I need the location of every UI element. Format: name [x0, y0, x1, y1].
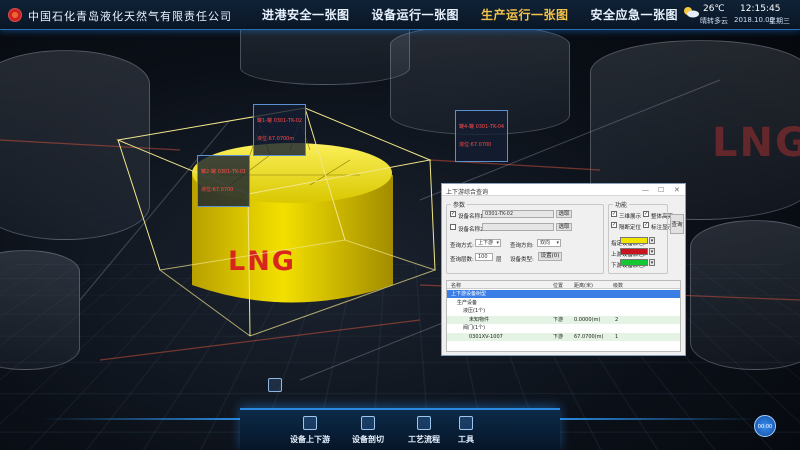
updown-stream-icon: [303, 416, 317, 430]
device-type-label: 设备类型:: [510, 257, 534, 263]
maximize-icon[interactable]: ☐: [658, 186, 664, 194]
device-type-button[interactable]: 设置(0): [538, 252, 562, 261]
depth-unit: 层: [496, 257, 502, 263]
nav-safety-emergency[interactable]: 安全应急一张图: [591, 6, 679, 23]
main-nav: 进港安全一张图 设备运行一张图 生产运行一张图 安全应急一张图: [262, 6, 678, 23]
round-action-button[interactable]: 00:00: [754, 415, 776, 437]
tool-tools[interactable]: 工具: [436, 414, 496, 450]
tree-row[interactable]: 液压(1个): [447, 307, 680, 315]
partly-cloudy-icon: [684, 7, 699, 18]
section-cut-icon: [361, 416, 375, 430]
tank-tag-02[interactable]: 罐1-罐 0301-TK-02 液位:67.0700m: [253, 104, 307, 156]
tool-updown-stream[interactable]: 设备上下游: [280, 414, 340, 450]
layers-icon[interactable]: [268, 378, 282, 392]
tool-label: 设备剖切: [352, 435, 384, 444]
nav-equipment-operation[interactable]: 设备运行一张图: [372, 6, 460, 23]
minimize-icon[interactable]: —: [642, 186, 649, 194]
tool-section-cut[interactable]: 设备剖切: [338, 414, 398, 450]
updown-query-dialog: 上下游综合查询 — ☐ ✕ 参数 ✓ 设备名称1: 0301-TK-02 选取 …: [441, 183, 686, 356]
tree-row-name: 液压(1个): [463, 308, 486, 314]
color-down-dropdown[interactable]: ▾: [649, 259, 655, 266]
query-mode-label: 查询方式:: [450, 243, 474, 249]
grid-header: 名称 位置 距离(米) 级数: [447, 281, 680, 289]
col-position: 位置: [553, 283, 564, 289]
tree-row-distance: 67.0700(m): [574, 333, 604, 340]
query-direction-select[interactable]: 双向: [537, 239, 561, 247]
tree-row-distance: 0.0000(m): [574, 316, 601, 323]
bottom-toolbar: 设备上下游 设备剖切 工艺流程 工具: [0, 398, 800, 450]
tree-row-position: 下游: [553, 333, 564, 340]
color-up-swatch[interactable]: [620, 248, 648, 255]
process-flow-icon: [417, 416, 431, 430]
device2-checkbox[interactable]: [450, 224, 456, 230]
nav-port-safety[interactable]: 进港安全一张图: [262, 6, 350, 23]
tree-row-name: 上下游设备树型: [451, 291, 487, 297]
fn-3d-checkbox[interactable]: ✓: [611, 211, 617, 217]
depth-label: 查询层数:: [450, 257, 474, 263]
tree-row[interactable]: 上下游设备树型: [447, 290, 680, 298]
color-up-dropdown[interactable]: ▾: [649, 248, 655, 255]
tree-row[interactable]: 0301XV-1007 下游 67.0700(m) 1: [447, 332, 680, 341]
tools-icon: [459, 416, 473, 430]
tree-row-name: 未知物件: [469, 316, 490, 323]
device1-select-button[interactable]: 选取: [556, 210, 572, 218]
function-legend: 功能: [613, 200, 630, 209]
tree-row-name: 阀门(1个): [463, 325, 486, 331]
tool-panel: 设备上下游 设备剖切 工艺流程 工具: [240, 408, 560, 450]
top-bar: 中国石化青岛液化天然气有限责任公司 进港安全一张图 设备运行一张图 生产运行一张…: [0, 0, 800, 30]
tree-row[interactable]: 未知物件 下游 0.0000(m) 2: [447, 315, 680, 324]
col-name: 名称: [451, 283, 462, 289]
current-weekday: 星期三: [769, 17, 790, 25]
device1-checkbox[interactable]: ✓: [450, 211, 456, 217]
temperature: 26℃: [703, 4, 725, 14]
query-direction-label: 查询方向:: [510, 243, 534, 249]
fn-isolate-checkbox[interactable]: ✓: [611, 222, 617, 228]
query-mode-select[interactable]: 上下游: [475, 239, 501, 247]
tank-tag-04[interactable]: 罐4-罐 0301-TK-04 液位:67.0700: [455, 110, 509, 162]
tool-label: 设备上下游: [290, 435, 330, 444]
tank-tag-01[interactable]: 罐2-罐 0301-TK-01 液位:67.0700: [197, 155, 251, 207]
result-tree-grid[interactable]: 名称 位置 距离(米) 级数 上下游设备树型 生产设备 液压(1个) 未知物件 下游 0.…: [446, 280, 681, 352]
tree-row[interactable]: 生产设备: [447, 299, 680, 307]
device2-input[interactable]: [482, 223, 554, 231]
tree-row-name: 0301XV-1007: [469, 333, 503, 340]
color-down-swatch[interactable]: [620, 259, 648, 266]
color-start-dropdown[interactable]: ▾: [649, 237, 655, 244]
tool-label: 工具: [458, 435, 474, 444]
left-glow-line: [40, 418, 240, 420]
tree-row-name: 生产设备: [457, 299, 478, 306]
tree-row-level: 1: [615, 333, 619, 340]
tree-row[interactable]: 阀门(1个): [447, 324, 680, 332]
col-level: 级数: [613, 283, 624, 289]
params-legend: 参数: [451, 200, 468, 209]
right-glow-line: [560, 418, 760, 420]
nav-production-operation[interactable]: 生产运行一张图: [481, 6, 569, 23]
sinopec-logo-icon: [8, 8, 22, 22]
fn-annotate-checkbox[interactable]: ✓: [643, 222, 649, 228]
fn-3d-label: 三维展示: [619, 214, 642, 220]
device1-input[interactable]: 0301-TK-02: [482, 210, 554, 218]
fn-isolate-label: 隔断定位: [619, 225, 642, 231]
dialog-titlebar[interactable]: 上下游综合查询 — ☐ ✕: [442, 184, 685, 196]
depth-input[interactable]: 100: [475, 253, 493, 261]
col-distance: 距离(米): [574, 283, 593, 289]
color-start-swatch[interactable]: [620, 237, 648, 244]
dialog-title: 上下游综合查询: [446, 189, 489, 196]
fn-overall-checkbox[interactable]: ✓: [643, 211, 649, 217]
company-name: 中国石化青岛液化天然气有限责任公司: [28, 10, 232, 23]
tree-row-level: 2: [615, 316, 619, 323]
close-icon[interactable]: ✕: [674, 186, 680, 194]
tree-row-position: 下游: [553, 316, 564, 323]
device2-select-button[interactable]: 选取: [556, 223, 572, 231]
current-time: 12:15:45: [740, 4, 781, 14]
query-button[interactable]: 查询: [670, 214, 684, 234]
weather-description: 晴转多云: [700, 17, 728, 25]
